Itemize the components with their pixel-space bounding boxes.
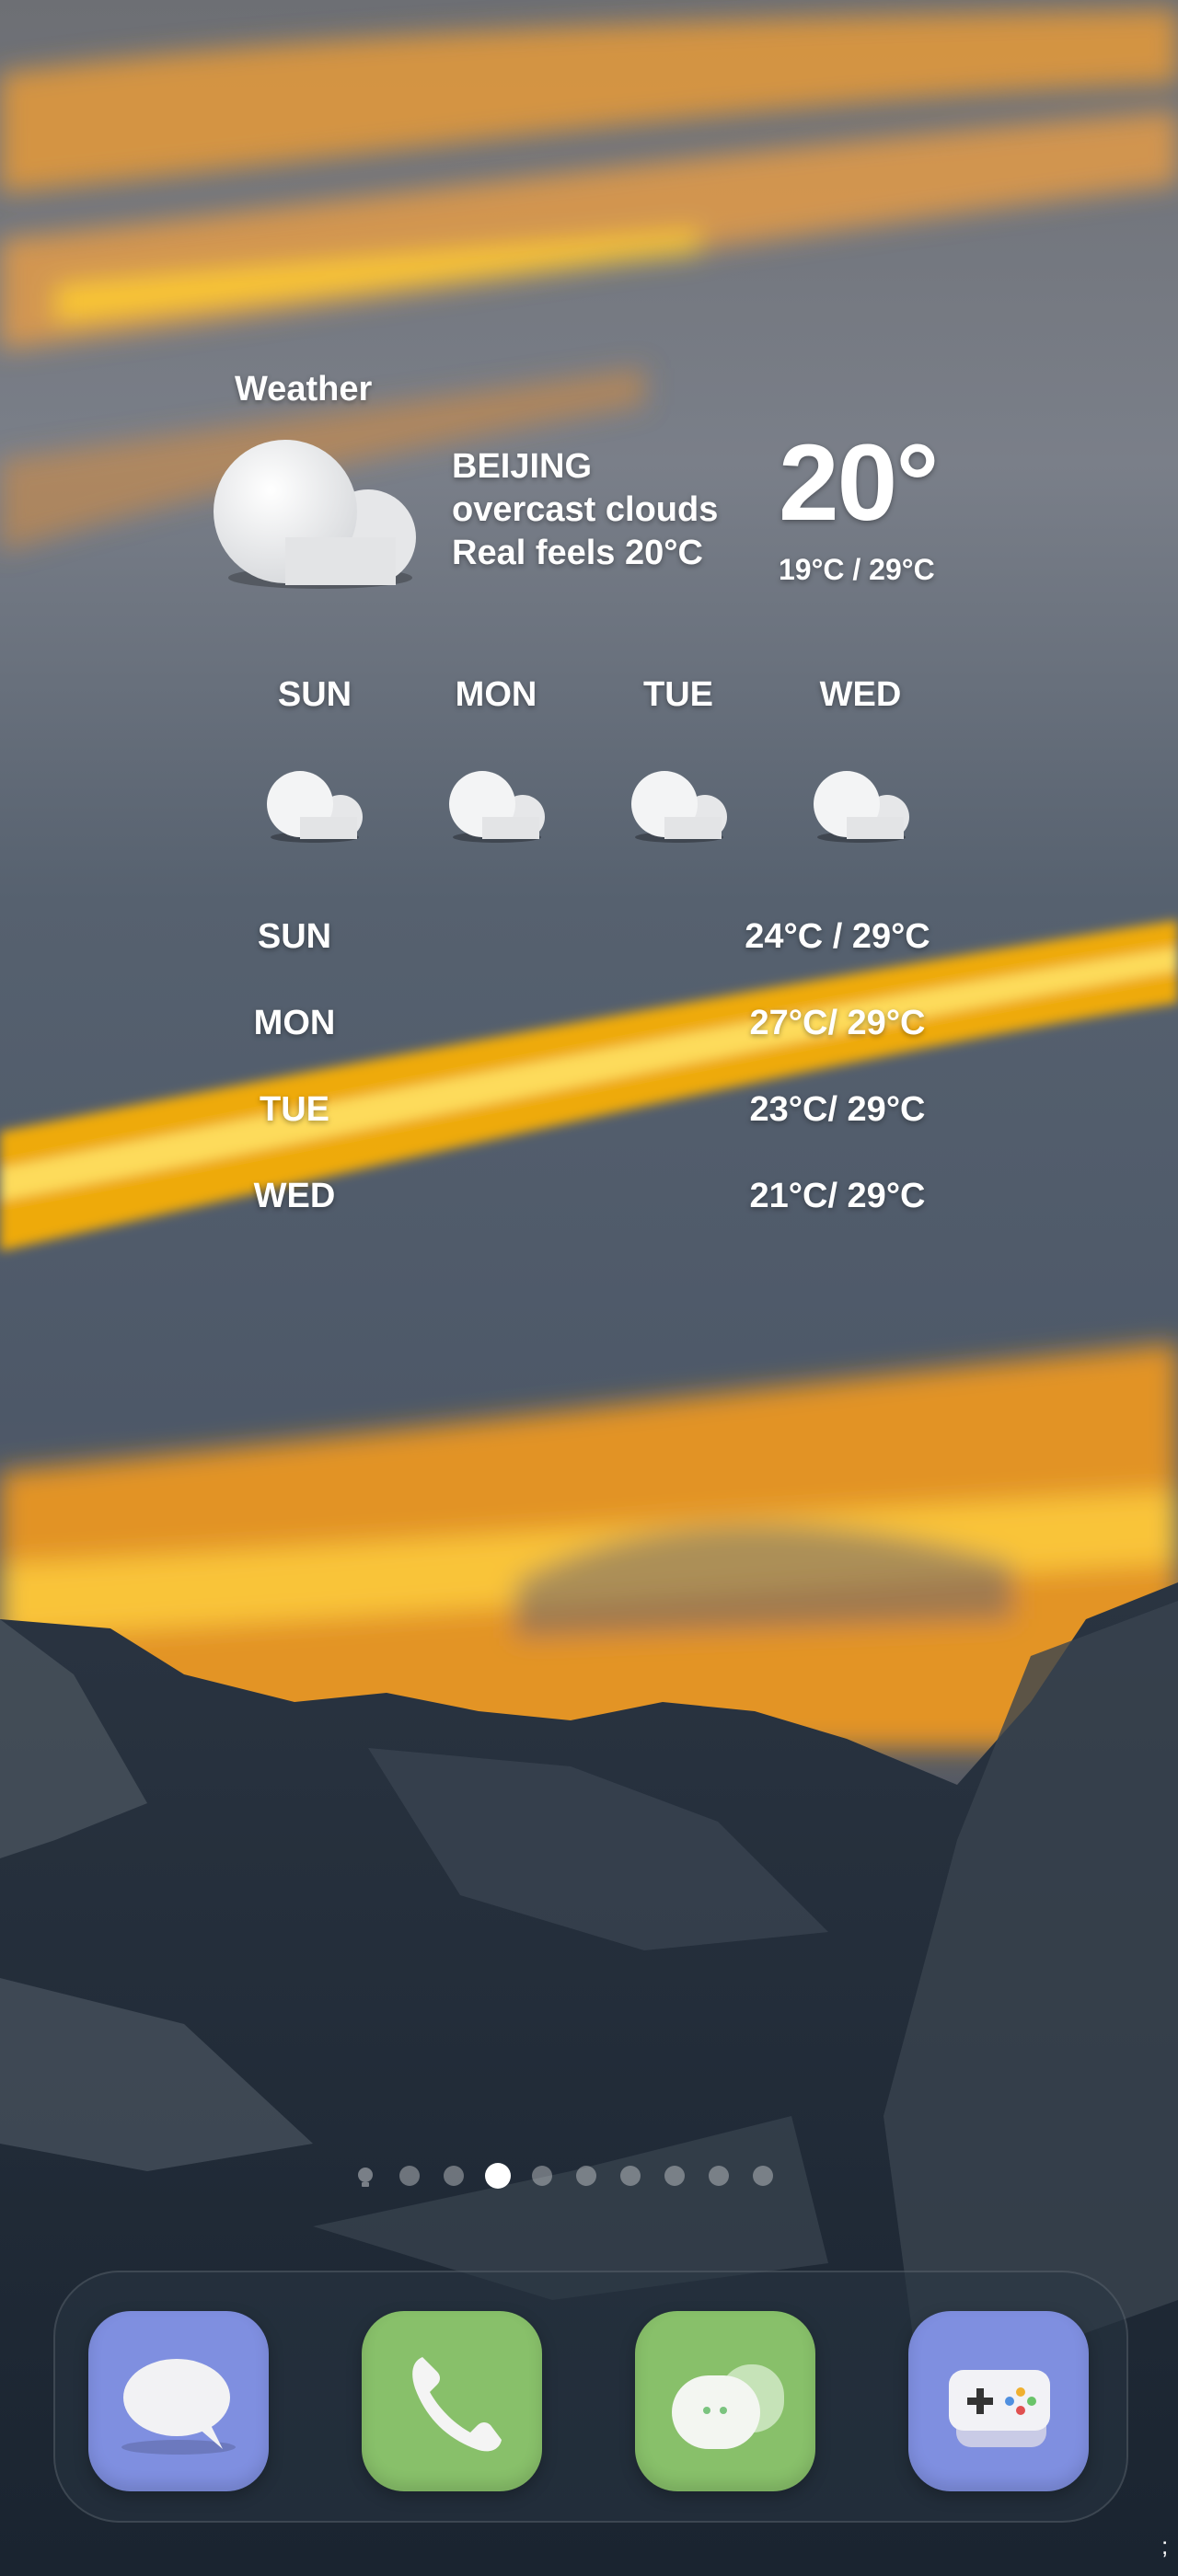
page-dot[interactable] [532,2166,552,2186]
forecast-range: 23°C/ 29°C [749,1090,926,1129]
cloud-icon [214,440,416,589]
weather-widget[interactable]: Weather BEIJING overcast clouds Real fee… [0,0,1178,1288]
page-dot[interactable] [709,2166,729,2186]
forecast-row: TUE 23°C/ 29°C [230,1090,948,1145]
games-app-icon[interactable] [908,2311,1089,2491]
page-indicator[interactable] [355,2160,825,2189]
temperature-range: 19°C / 29°C [779,553,935,586]
city-name: BEIJING [452,447,593,486]
forecast-day: TUE [260,1090,329,1129]
phone-app-icon[interactable] [362,2311,542,2491]
forecast-row: MON 27°C/ 29°C [230,1004,948,1059]
page-dot-active[interactable] [485,2163,511,2189]
lightbulb-icon[interactable] [355,2166,375,2187]
cloud-icon [267,771,363,843]
page-dot[interactable] [576,2166,596,2186]
page-dot[interactable] [444,2166,464,2186]
page-dot[interactable] [399,2166,420,2186]
forecast-day: SUN [257,917,332,956]
daily-day-label: TUE [643,675,713,714]
current-temperature: 20° [779,422,939,544]
message-bubbles-icon [672,2364,784,2449]
cloud-icon [814,771,909,843]
page-dot[interactable] [620,2166,641,2186]
real-feel-text: Real feels 20°C [452,534,703,572]
status-glyph: ; [1161,2532,1169,2559]
cloud-icon [449,771,545,843]
forecast-range: 21°C/ 29°C [749,1177,926,1215]
forecast-range: 24°C / 29°C [745,917,930,956]
forecast-day: WED [253,1177,336,1215]
messenger-app-icon[interactable] [635,2311,815,2491]
phone-icon [412,2357,502,2452]
condition-text: overcast clouds [452,490,719,529]
messages-app-icon[interactable] [88,2311,269,2491]
daily-day-label: SUN [277,675,352,714]
forecast-day: MON [253,1004,336,1042]
forecast-range: 27°C/ 29°C [749,1004,926,1042]
page-dot[interactable] [664,2166,685,2186]
current-info: BEIJING overcast clouds Real feels 20°C [452,445,718,575]
widget-title: Weather [235,370,373,408]
gamepad-icon [949,2370,1050,2447]
forecast-row: SUN 24°C / 29°C [230,917,948,972]
chat-bubble-icon [121,2359,236,2455]
daily-day-label: WED [819,675,902,714]
forecast-row: WED 21°C/ 29°C [230,1177,948,1232]
cloud-icon [631,771,727,843]
daily-day-label: MON [455,675,537,714]
page-dot[interactable] [753,2166,773,2186]
